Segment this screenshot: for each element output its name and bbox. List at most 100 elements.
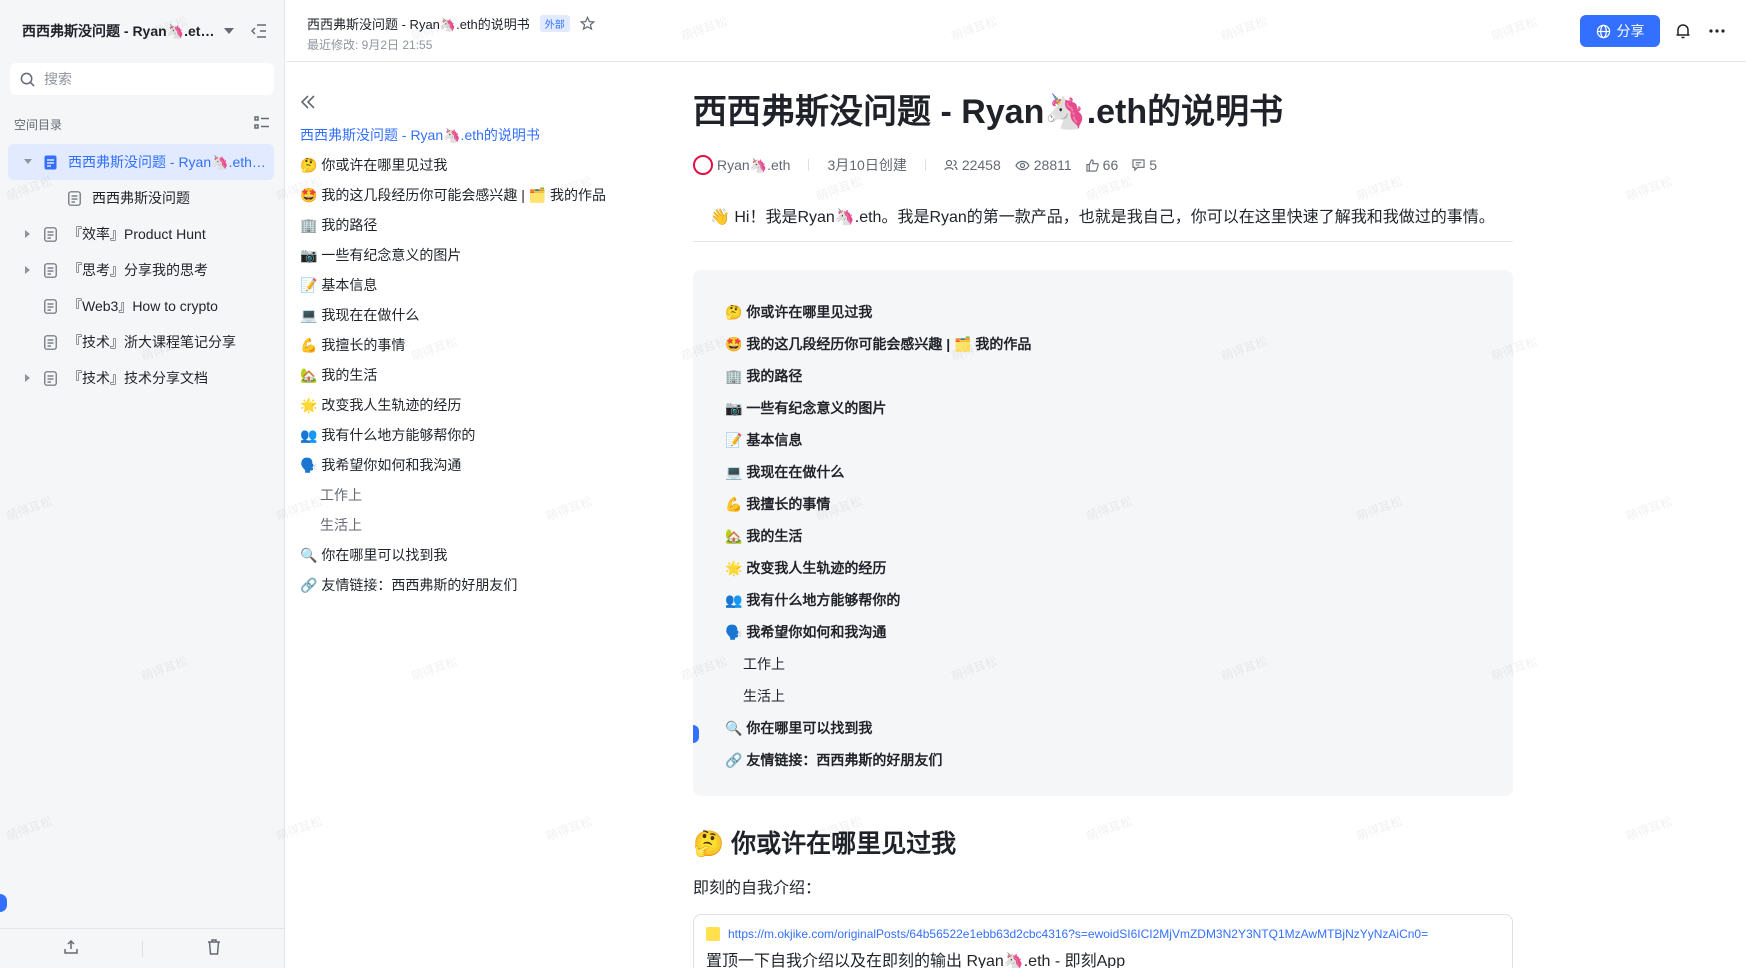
outline-item[interactable]: 🔍 你在哪里可以找到我 — [300, 540, 660, 570]
caret-right-icon[interactable] — [20, 370, 36, 386]
readers-count: 22458 — [961, 157, 1001, 173]
sidebar-item[interactable]: 『效率』Product Hunt — [8, 216, 274, 252]
top-bar: 西西弗斯没问题 - Ryan🦄.eth的说明书 外部 最近修改: 9月2日 21… — [286, 0, 1746, 62]
document-icon — [42, 262, 58, 278]
trash-icon — [207, 939, 221, 958]
toc-item[interactable]: 📝 基本信息 — [725, 424, 1481, 456]
tree-header-label: 空间目录 — [14, 117, 63, 132]
toc-item[interactable]: 💪 我擅长的事情 — [725, 488, 1481, 520]
comment-icon — [1132, 159, 1145, 171]
toc-item[interactable]: 工作上 — [725, 648, 1481, 680]
caret-spacer — [20, 298, 36, 314]
toc-item[interactable]: 🏡 我的生活 — [725, 520, 1481, 552]
outline-title[interactable]: 西西弗斯没问题 - Ryan🦄.eth的说明书 — [300, 120, 660, 150]
caret-right-icon[interactable] — [20, 226, 36, 242]
link-title[interactable]: 置顶一下自我介绍以及在即刻的输出 Ryan🦄.eth - 即刻App — [706, 947, 1500, 968]
likes-stat[interactable]: 66 — [1086, 157, 1119, 173]
toc-item[interactable]: 🔍 你在哪里可以找到我 — [725, 712, 1481, 744]
section-paragraph: 即刻的自我介绍： — [693, 880, 822, 897]
sidebar-item[interactable]: 『技术』技术分享文档 — [8, 360, 274, 396]
outline-item[interactable]: 🌟 改变我人生轨迹的经历 — [300, 390, 660, 420]
watermark-text: 萌得耳松 — [1624, 814, 1675, 844]
chevron-down-icon[interactable] — [221, 23, 237, 39]
likes-count: 66 — [1102, 157, 1119, 173]
outline-item[interactable]: 📷 一些有纪念意义的图片 — [300, 240, 660, 270]
views-count: 28811 — [1033, 157, 1072, 173]
link-url[interactable]: https://m.okjike.com/originalPosts/64b56… — [728, 927, 1428, 941]
sidebar-item[interactable]: 西西弗斯没问题 - Ryan🦄.eth的说明书 — [8, 144, 274, 180]
doc-meta: Ryan🦄.eth 3月10日创建 22458 28811 66 5 — [693, 155, 1513, 175]
toc-item[interactable]: 👥 我有什么地方能够帮你的 — [725, 584, 1481, 616]
external-tag: 外部 — [539, 15, 570, 32]
toc-item[interactable]: 🌟 改变我人生轨迹的经历 — [725, 552, 1481, 584]
doc-title-text[interactable]: 西西弗斯没问题 - Ryan🦄.eth的说明书 — [307, 14, 530, 33]
document-outline: 西西弗斯没问题 - Ryan🦄.eth的说明书 🤔 你或许在哪里见过我 🤩 我的这… — [300, 90, 660, 600]
sidebar-item-label: 『效率』Product Hunt — [68, 226, 206, 242]
tree-header: 空间目录 — [14, 114, 270, 134]
doc-title-header: 西西弗斯没问题 - Ryan🦄.eth的说明书 外部 — [307, 14, 595, 33]
caret-spacer — [44, 190, 60, 206]
sidebar-item[interactable]: 『Web3』How to crypto — [8, 288, 274, 324]
document-icon — [42, 370, 58, 386]
toc-item[interactable]: 💻 我现在在做什么 — [725, 456, 1481, 488]
comments-stat[interactable]: 5 — [1132, 157, 1157, 173]
toc-item[interactable]: 📷 一些有纪念意义的图片 — [725, 392, 1481, 424]
share-out-button[interactable] — [0, 929, 142, 968]
outline-item[interactable]: 🤔 你或许在哪里见过我 — [300, 150, 660, 180]
outline-item[interactable]: 工作上 — [300, 480, 660, 510]
document-icon — [42, 154, 58, 170]
outline-item[interactable]: 🤩 我的这几段经历你可能会感兴趣 | 🗂️ 我的作品 — [300, 180, 660, 210]
outline-item[interactable]: 🏡 我的生活 — [300, 360, 660, 390]
outline-item[interactable]: 💻 我现在在做什么 — [300, 300, 660, 330]
users-icon — [944, 159, 958, 171]
toc-item[interactable]: 生活上 — [725, 680, 1481, 712]
caret-down-icon[interactable] — [20, 154, 36, 170]
toc-item[interactable]: 🔗 友情链接：西西弗斯的好朋友们 — [725, 744, 1481, 776]
avatar[interactable] — [693, 155, 713, 175]
outline-item[interactable]: 🔗 友情链接：西西弗斯的好朋友们 — [300, 570, 660, 600]
bell-icon[interactable] — [1673, 21, 1693, 41]
more-icon[interactable] — [1707, 21, 1727, 41]
document-icon — [42, 226, 58, 242]
space-title[interactable]: 西西弗斯没问题 - Ryan🦄.eth的说明书 — [22, 21, 215, 41]
toc-item[interactable]: 🗣️ 我希望你如何和我沟通 — [725, 616, 1481, 648]
section-heading: 🤔 你或许在哪里见过我 — [693, 830, 957, 858]
outline-item[interactable]: 👥 我有什么地方能够帮你的 — [300, 420, 660, 450]
watermark-text: 萌得耳松 — [1624, 494, 1675, 524]
collapse-outline-icon[interactable] — [300, 90, 324, 114]
toc-item[interactable]: 🤔 你或许在哪里见过我 — [725, 296, 1481, 328]
sidebar-item[interactable]: 『思考』分享我的思考 — [8, 252, 274, 288]
sidebar-item[interactable]: 『技术』浙大课程笔记分享 — [8, 324, 274, 360]
link-card[interactable]: https://m.okjike.com/originalPosts/64b56… — [693, 914, 1513, 968]
trash-button[interactable] — [143, 929, 285, 968]
globe-icon — [1596, 24, 1611, 39]
search-input[interactable]: 搜索 — [10, 63, 274, 95]
author-name[interactable]: Ryan🦄.eth — [717, 157, 790, 174]
document-icon — [42, 334, 58, 350]
caret-right-icon[interactable] — [20, 262, 36, 278]
sidebar-item-label: 『Web3』How to crypto — [68, 298, 218, 314]
tree-options-icon[interactable] — [254, 115, 270, 133]
star-icon[interactable] — [579, 16, 595, 31]
table-of-contents: 🤔 你或许在哪里见过我 🤩 我的这几段经历你可能会感兴趣 | 🗂️ 我的作品 🏢 我… — [693, 270, 1513, 796]
outline-item[interactable]: 生活上 — [300, 510, 660, 540]
outline-item[interactable]: 🗣️ 我希望你如何和我沟通 — [300, 450, 660, 480]
link-url-row: https://m.okjike.com/originalPosts/64b56… — [706, 927, 1500, 941]
share-out-icon — [63, 939, 79, 958]
outline-item[interactable]: 💪 我擅长的事情 — [300, 330, 660, 360]
share-button[interactable]: 分享 — [1580, 15, 1660, 47]
outline-item[interactable]: 🏢 我的路径 — [300, 210, 660, 240]
document-icon — [66, 190, 82, 206]
views-stat: 28811 — [1015, 157, 1072, 173]
collapse-sidebar-icon[interactable] — [249, 21, 269, 41]
search-placeholder: 搜索 — [44, 71, 72, 87]
space-tree: 西西弗斯没问题 - Ryan🦄.eth的说明书西西弗斯没问题『效率』Produc… — [8, 144, 274, 396]
search-icon — [20, 71, 36, 87]
toc-item[interactable]: 🏢 我的路径 — [725, 360, 1481, 392]
sidebar-item[interactable]: 西西弗斯没问题 — [8, 180, 274, 216]
eye-icon — [1015, 160, 1030, 171]
toc-item[interactable]: 🤩 我的这几段经历你可能会感兴趣 | 🗂️ 我的作品 — [725, 328, 1481, 360]
created-date: 3月10日创建 — [827, 157, 907, 173]
space-header: 西西弗斯没问题 - Ryan🦄.eth的说明书 — [0, 0, 285, 62]
outline-item[interactable]: 📝 基本信息 — [300, 270, 660, 300]
